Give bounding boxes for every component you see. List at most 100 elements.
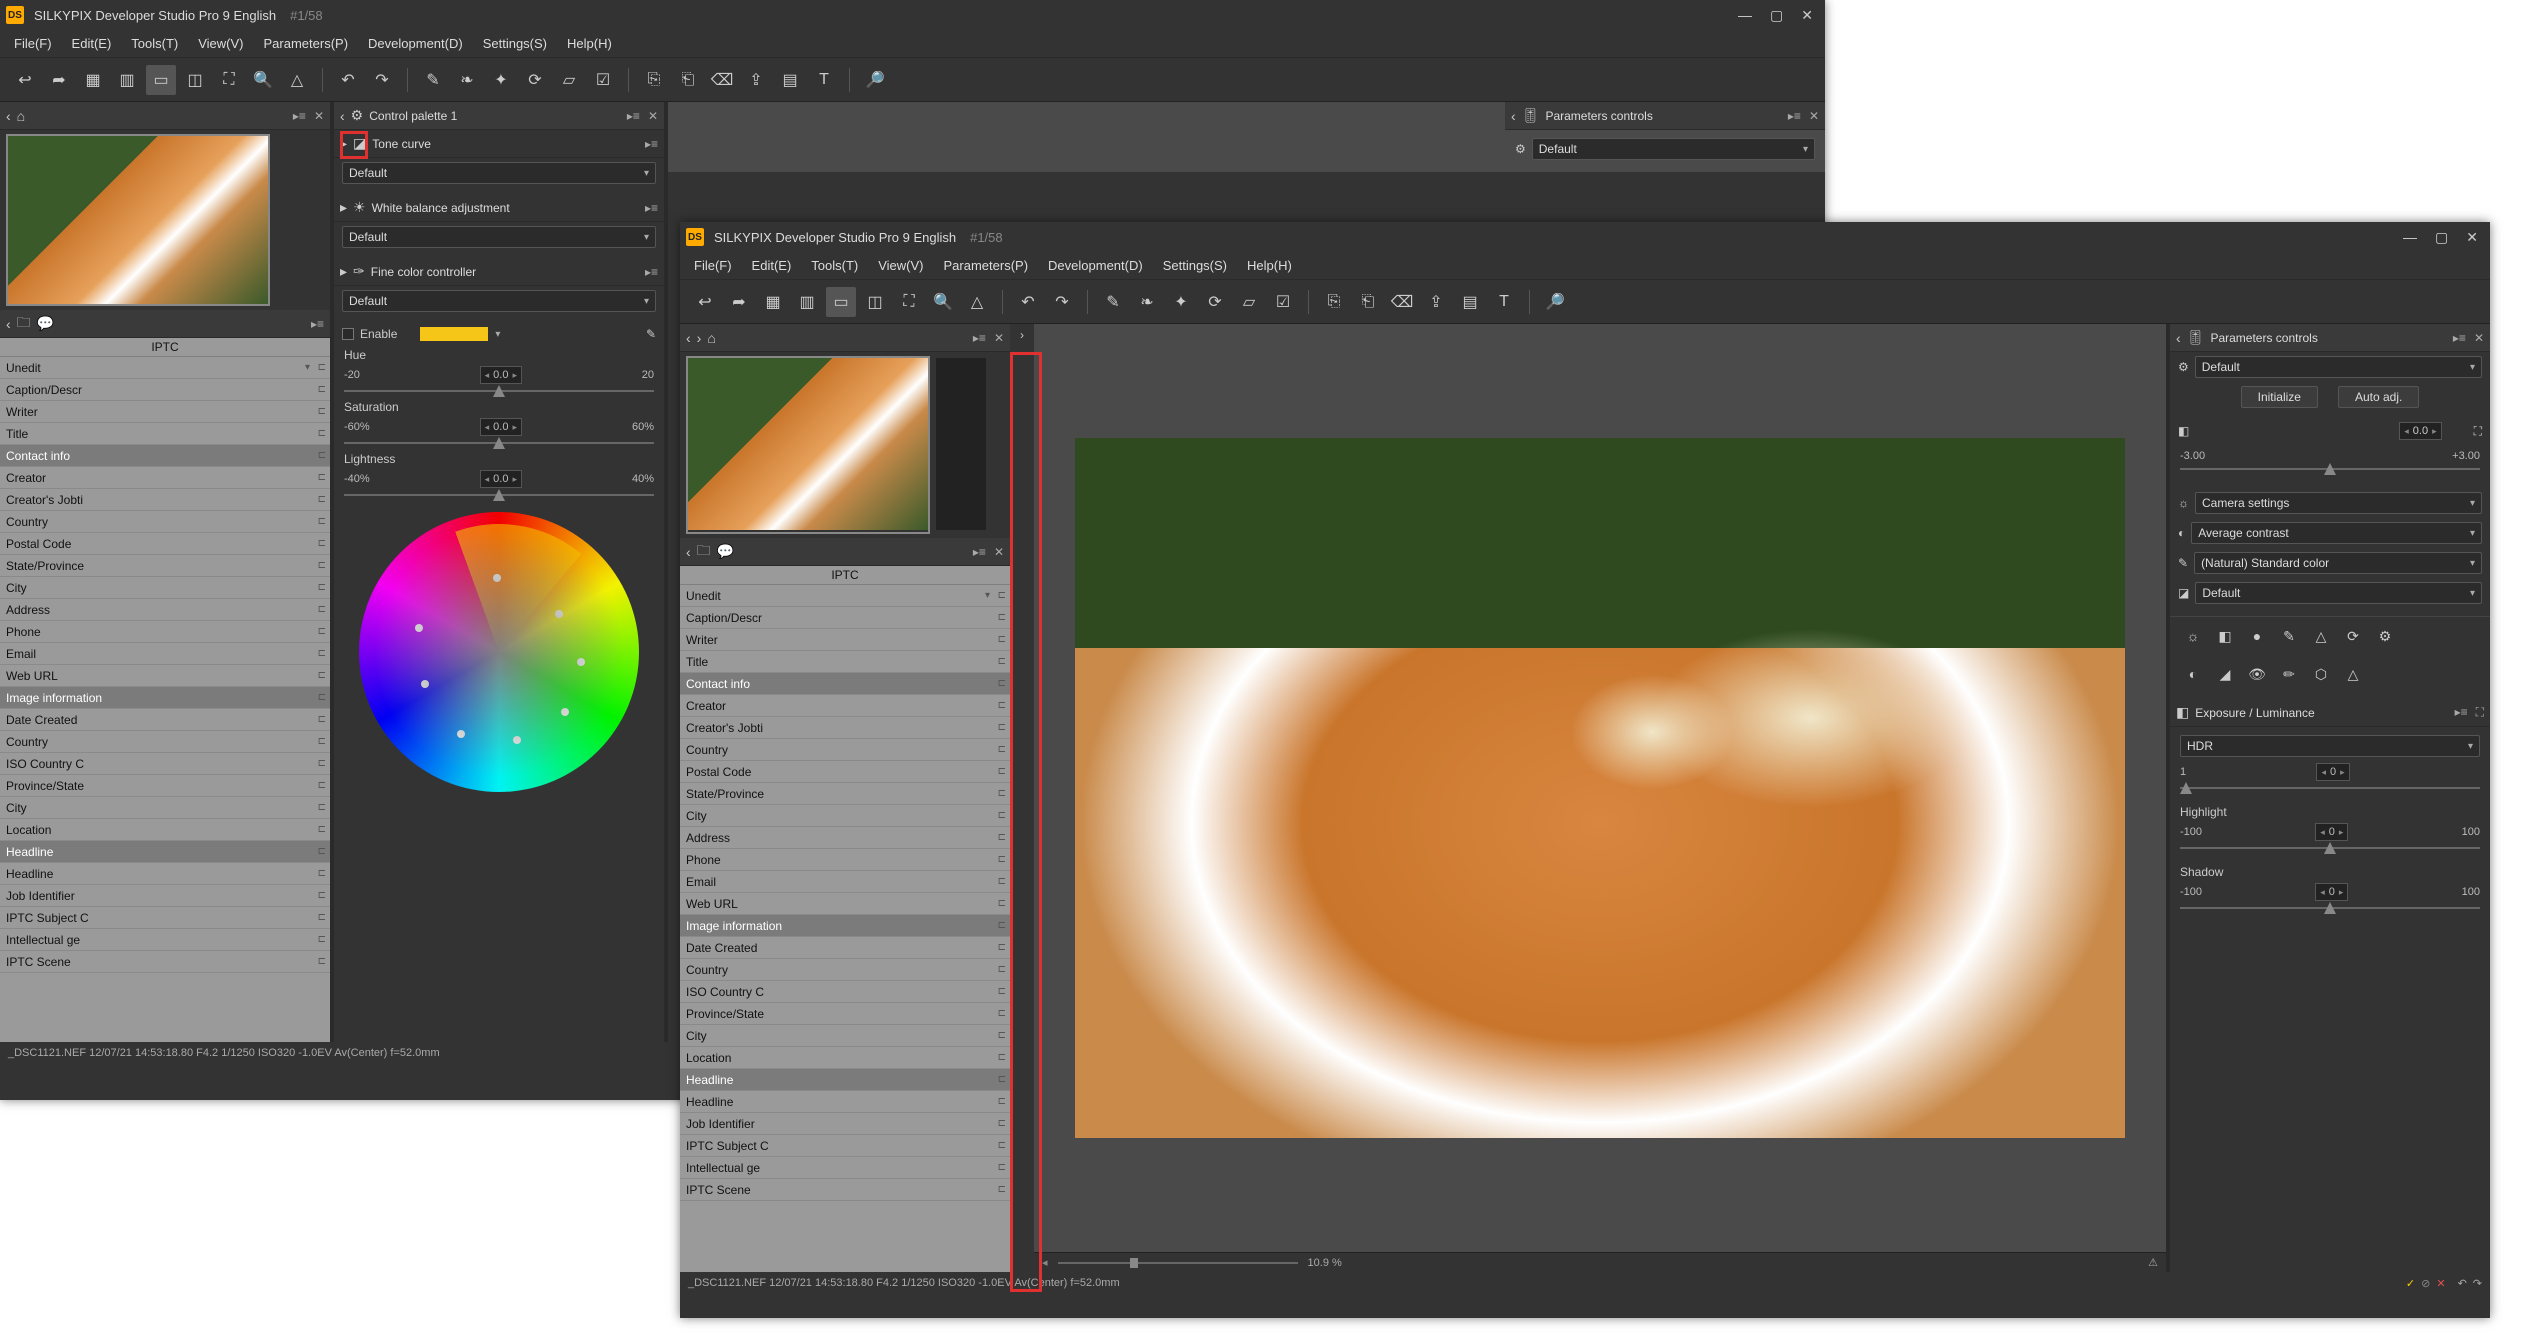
hdr-dropdown[interactable]: HDR	[2180, 735, 2480, 757]
icon-9[interactable]: ◢	[2212, 661, 2238, 687]
iptc-item[interactable]: Title⊏	[0, 423, 330, 445]
expand-icon[interactable]: ▸	[340, 135, 347, 152]
share-icon[interactable]: ⇪	[741, 65, 771, 95]
prev-icon[interactable]: ‹	[686, 330, 691, 346]
iptc-item[interactable]: Headline⊏	[680, 1069, 1010, 1091]
wand-icon[interactable]: ✎	[1098, 287, 1128, 317]
color-dropdown[interactable]: (Natural) Standard color	[2194, 552, 2482, 574]
iptc-item[interactable]: Phone⊏	[0, 621, 330, 643]
iptc-item[interactable]: Image information⊏	[0, 687, 330, 709]
screen-icon[interactable]: ▤	[1455, 287, 1485, 317]
minimize-button[interactable]: —	[2403, 229, 2417, 246]
iptc-item[interactable]: Image information⊏	[680, 915, 1010, 937]
menu-view[interactable]: View(V)	[870, 254, 931, 277]
export-icon[interactable]: ➦	[724, 287, 754, 317]
close-button[interactable]: ✕	[2466, 229, 2478, 246]
highlight-slider[interactable]	[2180, 847, 2480, 849]
tonecurve-preset-dropdown[interactable]: Default	[342, 162, 656, 184]
panel-menu-icon[interactable]: ▸≡	[2455, 705, 2468, 720]
iptc-item[interactable]: City⊏	[680, 805, 1010, 827]
folder-icon[interactable]: 🗀	[697, 540, 711, 564]
panel-menu-icon[interactable]: ▸≡	[627, 109, 640, 123]
iptc-item[interactable]: Province/State⊏	[680, 1003, 1010, 1025]
menu-parameters[interactable]: Parameters(P)	[936, 254, 1037, 277]
iptc-item[interactable]: Country⊏	[0, 731, 330, 753]
initialize-button[interactable]: Initialize	[2241, 386, 2318, 408]
iptc-item[interactable]: Contact info⊏	[0, 445, 330, 467]
tone-curve-section[interactable]: ▸ ◪ Tone curve ▸≡	[334, 130, 664, 158]
iptc-item[interactable]: State/Province⊏	[680, 783, 1010, 805]
iptc-item[interactable]: IPTC Subject C⊏	[680, 1135, 1010, 1157]
layout3-icon[interactable]: ◫	[860, 287, 890, 317]
iptc-item[interactable]: Address⊏	[0, 599, 330, 621]
menu-development[interactable]: Development(D)	[360, 32, 471, 55]
iptc-item[interactable]: Address⊏	[680, 827, 1010, 849]
iptc-item[interactable]: Job Identifier⊏	[0, 885, 330, 907]
paste-icon[interactable]: ⎗	[1353, 287, 1383, 317]
wand-icon[interactable]: ✎	[418, 65, 448, 95]
color-swatch[interactable]	[419, 326, 489, 342]
rotate-icon[interactable]: ⟳	[1200, 287, 1230, 317]
home-icon[interactable]: ⌂	[17, 108, 25, 124]
maximize-button[interactable]: ▢	[1770, 7, 1783, 24]
eyedropper-icon[interactable]: ✎	[646, 327, 656, 341]
zoom-slider[interactable]	[1058, 1262, 1298, 1264]
text-icon[interactable]: T	[809, 65, 839, 95]
menu-settings[interactable]: Settings(S)	[475, 32, 555, 55]
panel-close-icon[interactable]: ✕	[314, 109, 324, 123]
iptc-item[interactable]: City⊏	[0, 577, 330, 599]
thumbnail-selected[interactable]	[6, 134, 270, 306]
menu-parameters[interactable]: Parameters(P)	[256, 32, 357, 55]
warning-badge-icon[interactable]: ⚠	[2148, 1256, 2158, 1269]
expand-icon[interactable]: ⛶	[2474, 424, 2482, 439]
panel-menu-icon[interactable]: ▸≡	[311, 317, 324, 331]
text-icon[interactable]: T	[1489, 287, 1519, 317]
iptc-item[interactable]: Writer⊏	[0, 401, 330, 423]
icon-3[interactable]: ●	[2244, 623, 2270, 649]
contrast-dropdown[interactable]: Average contrast	[2191, 522, 2482, 544]
undo-nav-icon[interactable]: ↶	[2458, 1277, 2467, 1290]
panel-menu-icon[interactable]: ▸≡	[293, 109, 306, 123]
expand-icon[interactable]: ▸	[340, 199, 347, 216]
iptc-item[interactable]: Title⊏	[680, 651, 1010, 673]
icon-10[interactable]: 👁	[2244, 661, 2270, 687]
icon-1[interactable]: ☼	[2180, 623, 2206, 649]
ev-value-box[interactable]: ◂0.0▸	[2399, 422, 2441, 440]
iptc-item[interactable]: Creator's Jobti⊏	[680, 717, 1010, 739]
thumbnail-selected[interactable]	[686, 356, 930, 534]
zoom-out-icon[interactable]: ◂	[1042, 1256, 1048, 1269]
menu-development[interactable]: Development(D)	[1040, 254, 1151, 277]
screen-icon[interactable]: ▤	[775, 65, 805, 95]
copy-icon[interactable]: ⎘	[639, 65, 669, 95]
lightness-slider[interactable]	[344, 494, 654, 496]
rotate-icon[interactable]: ⟳	[520, 65, 550, 95]
preset-dropdown[interactable]: Default	[2195, 356, 2482, 378]
image-preview[interactable]	[1034, 324, 2166, 1252]
hdr-slider[interactable]	[2180, 787, 2480, 789]
auto-adj-button[interactable]: Auto adj.	[2338, 386, 2419, 408]
eraser-icon[interactable]: ⌫	[707, 65, 737, 95]
menu-settings[interactable]: Settings(S)	[1155, 254, 1235, 277]
menu-edit[interactable]: Edit(E)	[64, 32, 120, 55]
panel-menu-icon[interactable]: ▸≡	[645, 201, 658, 215]
iptc-item[interactable]: Unedit⊏	[680, 585, 1010, 607]
redo-nav-icon[interactable]: ↷	[2473, 1277, 2482, 1290]
folder-icon[interactable]: 🗀	[17, 312, 31, 336]
iptc-item[interactable]: Country⊏	[680, 959, 1010, 981]
undo-icon[interactable]: ↶	[333, 65, 363, 95]
saturation-slider[interactable]	[344, 442, 654, 444]
iptc-item[interactable]: Location⊏	[680, 1047, 1010, 1069]
iptc-item[interactable]: Web URL⊏	[680, 893, 1010, 915]
iptc-item[interactable]: IPTC Scene⊏	[0, 951, 330, 973]
panel-close-icon[interactable]: ✕	[1809, 109, 1819, 123]
iptc-item[interactable]: Creator⊏	[680, 695, 1010, 717]
spot-icon[interactable]: ✦	[486, 65, 516, 95]
finecolor-preset-dropdown[interactable]: Default	[342, 290, 656, 312]
ev-slider[interactable]	[2180, 468, 2480, 470]
warning-icon[interactable]: △	[962, 287, 992, 317]
finecolor-section[interactable]: ▸ ✑ Fine color controller ▸≡	[334, 258, 664, 286]
icon-4[interactable]: ✎	[2276, 623, 2302, 649]
iptc-item[interactable]: Headline⊏	[680, 1091, 1010, 1113]
prev-icon[interactable]: ‹	[686, 544, 691, 560]
iptc-item[interactable]: Country⊏	[0, 511, 330, 533]
